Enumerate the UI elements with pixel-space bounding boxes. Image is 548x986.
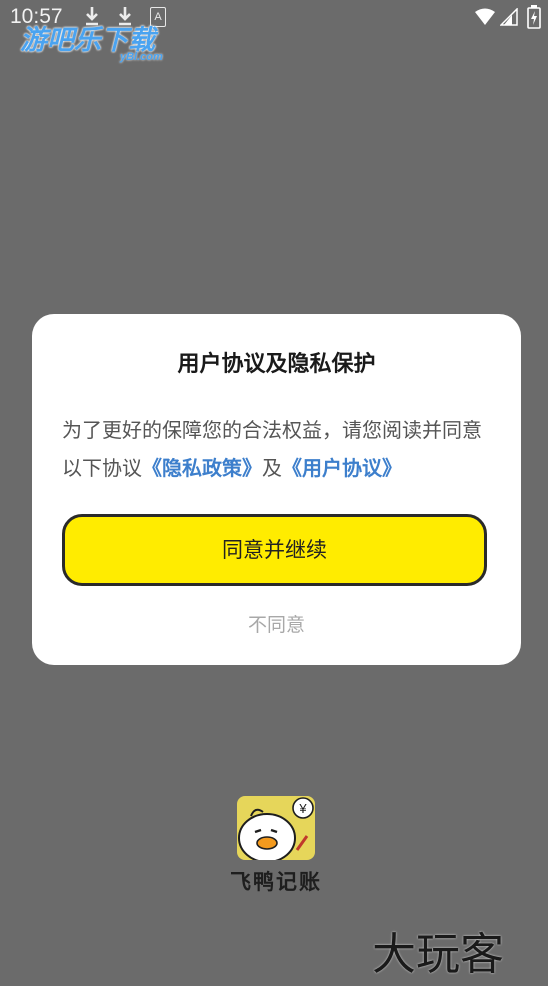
wifi-icon [475,8,495,25]
watermark-subtitle: yBl.com [120,51,163,63]
user-agreement-link[interactable]: 《用户协议》 [282,456,402,480]
privacy-policy-link[interactable]: 《隐私政策》 [142,456,262,480]
app-name: 飞鸭记账 [230,870,322,894]
battery-charging-icon [527,5,541,29]
disagree-button[interactable]: 不同意 [32,610,521,637]
agreement-dialog: 用户协议及隐私保护 为了更好的保障您的合法权益，请您阅读并同意以下协议《隐私政策… [32,314,521,665]
dialog-conjunction: 及 [262,456,282,480]
cell-signal-icon [500,8,518,26]
dialog-title: 用户协议及隐私保护 [177,352,376,377]
agree-continue-button[interactable]: 同意并继续 [62,514,487,586]
dialog-body: 为了更好的保障您的合法权益，请您阅读并同意以下协议《隐私政策》及《用户协议》 [62,411,498,487]
watermark-bottom: 大玩客 [372,929,504,980]
watermark-top: 游吧乐下载 yBl.com [20,18,190,66]
app-logo-icon: ¥ [237,796,315,860]
logo-badge: ¥ [298,801,307,816]
